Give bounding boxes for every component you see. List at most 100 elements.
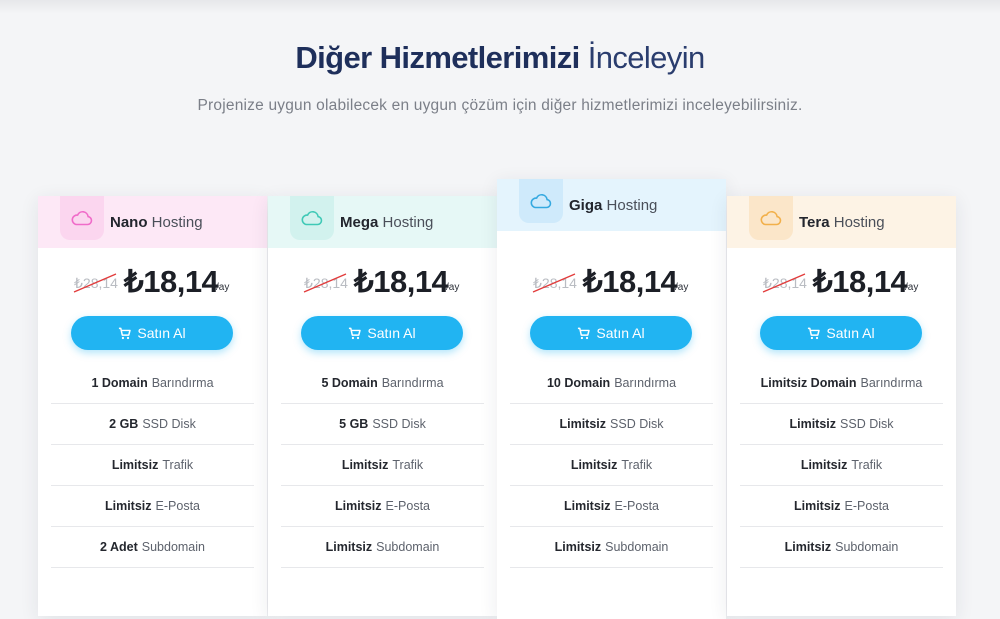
list-item: 2 Adet Subdomain <box>51 527 254 568</box>
price-row: ₺28,14 ₺18,14 /ay <box>497 264 726 304</box>
icon-tab <box>519 179 563 223</box>
price-period: /ay <box>216 282 230 293</box>
current-price: ₺18,14 <box>354 264 449 299</box>
current-price: ₺18,14 <box>124 264 219 299</box>
cloud-icon <box>301 211 323 226</box>
plan-name-suffix: Hosting <box>382 214 434 231</box>
plan-name-bold: Giga <box>569 197 603 214</box>
feature-label: SSD Disk <box>372 417 426 431</box>
feature-value: Limitsiz <box>341 458 389 472</box>
buy-button-label: Satın Al <box>826 325 875 341</box>
feature-label: E-Posta <box>844 499 889 513</box>
strike-line <box>532 273 576 293</box>
feature-value: Limitsiz <box>325 540 373 554</box>
buy-button[interactable]: Satın Al <box>71 316 233 350</box>
price-period: /ay <box>905 282 919 293</box>
section-subtitle: Projenize uygun olabilecek en uygun çözü… <box>197 97 803 114</box>
section-title: Diğer Hizmetlerimizi İnceleyin <box>0 40 1000 76</box>
buy-button[interactable]: Satın Al <box>760 316 922 350</box>
list-item: Limitsiz E-Posta <box>740 486 943 527</box>
list-item: Limitsiz SSD Disk <box>740 404 943 445</box>
feature-value: Limitsiz <box>800 458 848 472</box>
buy-button[interactable]: Satın Al <box>530 316 692 350</box>
feature-label: Barındırma <box>381 376 444 390</box>
card-header: Tera Hosting <box>727 196 956 248</box>
cart-icon <box>808 327 821 339</box>
feature-label: Trafik <box>392 458 424 472</box>
plan-name: Tera Hosting <box>799 214 885 231</box>
buy-button-label: Satın Al <box>596 325 645 341</box>
card-header: Nano Hosting <box>38 196 267 248</box>
feature-value: 5 Domain <box>321 376 378 390</box>
feature-value: Limitsiz <box>563 499 611 513</box>
feature-list: 1 Domain Barındırma 2 GB SSD Disk Limitsiz… <box>51 363 254 568</box>
current-price: ₺18,14 <box>813 264 908 299</box>
cloud-icon <box>760 211 782 226</box>
feature-label: SSD Disk <box>142 417 196 431</box>
strike-line <box>762 273 806 293</box>
plan-name-suffix: Hosting <box>606 197 658 214</box>
feature-value: 10 Domain <box>546 376 611 390</box>
plan-name-suffix: Hosting <box>151 214 203 231</box>
feature-label: E-Posta <box>614 499 659 513</box>
feature-list: 10 Domain Barındırma Limitsiz SSD Disk Lim… <box>510 363 713 568</box>
plan-name: Giga Hosting <box>569 197 657 214</box>
price-period: /ay <box>675 282 689 293</box>
feature-value: Limitsiz <box>570 458 618 472</box>
buy-button[interactable]: Satın Al <box>301 316 463 350</box>
feature-label: Subdomain <box>141 540 205 554</box>
feature-value: 5 GB <box>339 417 369 431</box>
list-item: Limitsiz Trafik <box>51 445 254 486</box>
buy-button-label: Satın Al <box>367 325 416 341</box>
pricing-card-mega: Mega Hosting ₺28,14 ₺18,14 /ay Satın Al … <box>268 196 497 616</box>
list-item: Limitsiz Subdomain <box>281 527 484 568</box>
feature-label: Barındırma <box>614 376 677 390</box>
feature-value: Limitsiz <box>784 540 832 554</box>
pricing-card-nano: Nano Hosting ₺28,14 ₺18,14 /ay Satın Al … <box>38 196 267 616</box>
list-item: Limitsiz Domain Barındırma <box>740 363 943 404</box>
feature-label: Barındırma <box>151 376 214 390</box>
card-header: Mega Hosting <box>268 196 497 248</box>
list-item: Limitsiz E-Posta <box>510 486 713 527</box>
buy-button-label: Satın Al <box>137 325 186 341</box>
feature-label: Subdomain <box>376 540 440 554</box>
list-item: 10 Domain Barındırma <box>510 363 713 404</box>
feature-label: Barındırma <box>860 376 923 390</box>
list-item: Limitsiz Trafik <box>510 445 713 486</box>
price-row: ₺28,14 ₺18,14 /ay <box>38 264 267 304</box>
price-row: ₺28,14 ₺18,14 /ay <box>268 264 497 304</box>
feature-label: Subdomain <box>605 540 669 554</box>
plan-name-bold: Mega <box>340 214 379 231</box>
feature-value: Limitsiz <box>793 499 841 513</box>
plan-name: Nano Hosting <box>110 214 203 231</box>
plan-name-bold: Nano <box>110 214 148 231</box>
feature-label: SSD Disk <box>840 417 894 431</box>
section-title-bold: Diğer Hizmetlerimizi <box>295 40 580 75</box>
cloud-icon <box>71 211 93 226</box>
feature-value: Limitsiz <box>789 417 837 431</box>
cart-icon <box>349 327 362 339</box>
feature-value: Limitsiz <box>334 499 382 513</box>
list-item: 1 Domain Barındırma <box>51 363 254 404</box>
cloud-icon <box>530 194 552 209</box>
list-item: 5 GB SSD Disk <box>281 404 484 445</box>
feature-value: Limitsiz Domain <box>760 376 857 390</box>
feature-label: Trafik <box>851 458 883 472</box>
price-row: ₺28,14 ₺18,14 /ay <box>727 264 956 304</box>
current-price: ₺18,14 <box>583 264 678 299</box>
feature-label: Subdomain <box>835 540 899 554</box>
list-item: Limitsiz E-Posta <box>51 486 254 527</box>
feature-label: Trafik <box>621 458 653 472</box>
feature-label: E-Posta <box>155 499 200 513</box>
icon-tab <box>749 196 793 240</box>
list-item: Limitsiz SSD Disk <box>510 404 713 445</box>
strike-line <box>303 273 347 293</box>
cart-icon <box>119 327 132 339</box>
feature-label: SSD Disk <box>610 417 664 431</box>
feature-value: Limitsiz <box>559 417 607 431</box>
list-item: Limitsiz E-Posta <box>281 486 484 527</box>
plan-name-bold: Tera <box>799 214 830 231</box>
feature-label: Trafik <box>162 458 194 472</box>
list-item: Limitsiz Subdomain <box>510 527 713 568</box>
plan-name: Mega Hosting <box>340 214 433 231</box>
